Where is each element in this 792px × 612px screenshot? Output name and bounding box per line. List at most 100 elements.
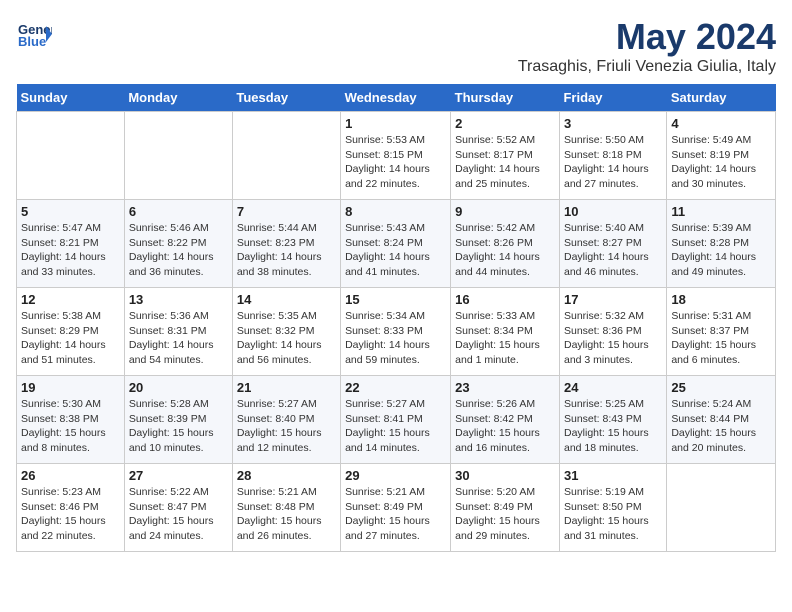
day-cell: 9 Sunrise: 5:42 AMSunset: 8:26 PMDaylight…	[451, 200, 560, 288]
day-cell: 18Sunrise: 5:31 AMSunset: 8:37 PMDayligh…	[667, 288, 776, 376]
day-number: 2	[455, 116, 555, 131]
week-row-4: 19 Sunrise: 5:30 AMSunset: 8:38 PMDayligh…	[17, 376, 776, 464]
day-number: 9	[455, 204, 555, 219]
day-number: 4	[671, 116, 771, 131]
day-number: 15	[345, 292, 446, 307]
day-info: Sunrise: 5:32 AMSunset: 8:36 PMDaylight:…	[564, 309, 662, 368]
day-number: 28	[237, 468, 336, 483]
day-info: Sunrise: 5:30 AMSunset: 8:38 PMDaylight:…	[21, 397, 120, 456]
weekday-header-monday: Monday	[124, 84, 232, 112]
day-number: 5	[21, 204, 120, 219]
day-cell: 25 Sunrise: 5:24 AMSunset: 8:44 PMDayligh…	[667, 376, 776, 464]
day-info: Sunrise: 5:49 AMSunset: 8:19 PMDaylight:…	[671, 133, 771, 192]
weekday-header-row: SundayMondayTuesdayWednesdayThursdayFrid…	[17, 84, 776, 112]
week-row-3: 12 Sunrise: 5:38 AMSunset: 8:29 PMDayligh…	[17, 288, 776, 376]
day-info: Sunrise: 5:28 AMSunset: 8:39 PMDaylight:…	[129, 397, 228, 456]
weekday-header-saturday: Saturday	[667, 84, 776, 112]
svg-text:Blue: Blue	[18, 34, 46, 49]
day-cell	[17, 112, 125, 200]
weekday-header-sunday: Sunday	[17, 84, 125, 112]
week-row-2: 5 Sunrise: 5:47 AMSunset: 8:21 PMDaylight…	[17, 200, 776, 288]
day-info: Sunrise: 5:26 AMSunset: 8:42 PMDaylight:…	[455, 397, 555, 456]
page-header: General Blue May 2024 Trasaghis, Friuli …	[16, 16, 776, 76]
week-row-1: 1Sunrise: 5:53 AMSunset: 8:15 PMDaylight…	[17, 112, 776, 200]
day-cell: 20 Sunrise: 5:28 AMSunset: 8:39 PMDayligh…	[124, 376, 232, 464]
day-cell: 14Sunrise: 5:35 AMSunset: 8:32 PMDayligh…	[232, 288, 340, 376]
day-info: Sunrise: 5:42 AMSunset: 8:26 PMDaylight:…	[455, 221, 555, 280]
day-info: Sunrise: 5:25 AMSunset: 8:43 PMDaylight:…	[564, 397, 662, 456]
day-info: Sunrise: 5:23 AMSunset: 8:46 PMDaylight:…	[21, 485, 120, 544]
day-cell: 26 Sunrise: 5:23 AMSunset: 8:46 PMDayligh…	[17, 464, 125, 552]
day-info: Sunrise: 5:27 AMSunset: 8:40 PMDaylight:…	[237, 397, 336, 456]
day-cell: 10Sunrise: 5:40 AMSunset: 8:27 PMDayligh…	[559, 200, 666, 288]
weekday-header-tuesday: Tuesday	[232, 84, 340, 112]
day-cell: 15Sunrise: 5:34 AMSunset: 8:33 PMDayligh…	[341, 288, 451, 376]
day-number: 25	[671, 380, 771, 395]
day-cell: 27Sunrise: 5:22 AMSunset: 8:47 PMDayligh…	[124, 464, 232, 552]
day-cell: 12 Sunrise: 5:38 AMSunset: 8:29 PMDayligh…	[17, 288, 125, 376]
logo: General Blue	[16, 16, 52, 52]
location-title: Trasaghis, Friuli Venezia Giulia, Italy	[518, 58, 776, 76]
day-number: 8	[345, 204, 446, 219]
day-cell: 6Sunrise: 5:46 AMSunset: 8:22 PMDaylight…	[124, 200, 232, 288]
day-info: Sunrise: 5:44 AMSunset: 8:23 PMDaylight:…	[237, 221, 336, 280]
day-info: Sunrise: 5:22 AMSunset: 8:47 PMDaylight:…	[129, 485, 228, 544]
day-number: 31	[564, 468, 662, 483]
day-cell: 5 Sunrise: 5:47 AMSunset: 8:21 PMDaylight…	[17, 200, 125, 288]
day-number: 21	[237, 380, 336, 395]
day-number: 18	[671, 292, 771, 307]
weekday-header-thursday: Thursday	[451, 84, 560, 112]
day-info: Sunrise: 5:43 AMSunset: 8:24 PMDaylight:…	[345, 221, 446, 280]
day-number: 23	[455, 380, 555, 395]
day-number: 7	[237, 204, 336, 219]
day-number: 29	[345, 468, 446, 483]
day-info: Sunrise: 5:46 AMSunset: 8:22 PMDaylight:…	[129, 221, 228, 280]
day-cell: 24 Sunrise: 5:25 AMSunset: 8:43 PMDayligh…	[559, 376, 666, 464]
title-block: May 2024 Trasaghis, Friuli Venezia Giuli…	[518, 16, 776, 76]
day-cell: 28Sunrise: 5:21 AMSunset: 8:48 PMDayligh…	[232, 464, 340, 552]
day-cell: 4 Sunrise: 5:49 AMSunset: 8:19 PMDaylight…	[667, 112, 776, 200]
day-info: Sunrise: 5:33 AMSunset: 8:34 PMDaylight:…	[455, 309, 555, 368]
day-cell: 31Sunrise: 5:19 AMSunset: 8:50 PMDayligh…	[559, 464, 666, 552]
day-info: Sunrise: 5:50 AMSunset: 8:18 PMDaylight:…	[564, 133, 662, 192]
day-cell: 16 Sunrise: 5:33 AMSunset: 8:34 PMDayligh…	[451, 288, 560, 376]
day-info: Sunrise: 5:27 AMSunset: 8:41 PMDaylight:…	[345, 397, 446, 456]
day-number: 20	[129, 380, 228, 395]
calendar-table: SundayMondayTuesdayWednesdayThursdayFrid…	[16, 84, 776, 552]
day-info: Sunrise: 5:35 AMSunset: 8:32 PMDaylight:…	[237, 309, 336, 368]
day-number: 16	[455, 292, 555, 307]
day-cell: 8 Sunrise: 5:43 AMSunset: 8:24 PMDaylight…	[341, 200, 451, 288]
day-cell: 22 Sunrise: 5:27 AMSunset: 8:41 PMDayligh…	[341, 376, 451, 464]
day-info: Sunrise: 5:39 AMSunset: 8:28 PMDaylight:…	[671, 221, 771, 280]
day-info: Sunrise: 5:52 AMSunset: 8:17 PMDaylight:…	[455, 133, 555, 192]
day-info: Sunrise: 5:47 AMSunset: 8:21 PMDaylight:…	[21, 221, 120, 280]
day-number: 22	[345, 380, 446, 395]
day-number: 12	[21, 292, 120, 307]
day-number: 24	[564, 380, 662, 395]
weekday-header-friday: Friday	[559, 84, 666, 112]
day-cell: 3Sunrise: 5:50 AMSunset: 8:18 PMDaylight…	[559, 112, 666, 200]
day-number: 26	[21, 468, 120, 483]
day-info: Sunrise: 5:24 AMSunset: 8:44 PMDaylight:…	[671, 397, 771, 456]
day-info: Sunrise: 5:53 AMSunset: 8:15 PMDaylight:…	[345, 133, 446, 192]
day-cell: 17 Sunrise: 5:32 AMSunset: 8:36 PMDayligh…	[559, 288, 666, 376]
day-cell: 11 Sunrise: 5:39 AMSunset: 8:28 PMDayligh…	[667, 200, 776, 288]
day-cell: 1Sunrise: 5:53 AMSunset: 8:15 PMDaylight…	[341, 112, 451, 200]
day-cell: 29Sunrise: 5:21 AMSunset: 8:49 PMDayligh…	[341, 464, 451, 552]
month-title: May 2024	[518, 16, 776, 58]
day-number: 30	[455, 468, 555, 483]
week-row-5: 26 Sunrise: 5:23 AMSunset: 8:46 PMDayligh…	[17, 464, 776, 552]
day-number: 11	[671, 204, 771, 219]
day-cell	[232, 112, 340, 200]
day-number: 17	[564, 292, 662, 307]
day-cell	[124, 112, 232, 200]
logo-icon: General Blue	[16, 16, 52, 52]
day-cell: 19 Sunrise: 5:30 AMSunset: 8:38 PMDayligh…	[17, 376, 125, 464]
day-cell: 2 Sunrise: 5:52 AMSunset: 8:17 PMDaylight…	[451, 112, 560, 200]
day-cell: 21 Sunrise: 5:27 AMSunset: 8:40 PMDayligh…	[232, 376, 340, 464]
day-number: 19	[21, 380, 120, 395]
day-info: Sunrise: 5:38 AMSunset: 8:29 PMDaylight:…	[21, 309, 120, 368]
day-info: Sunrise: 5:36 AMSunset: 8:31 PMDaylight:…	[129, 309, 228, 368]
day-info: Sunrise: 5:40 AMSunset: 8:27 PMDaylight:…	[564, 221, 662, 280]
day-cell: 13Sunrise: 5:36 AMSunset: 8:31 PMDayligh…	[124, 288, 232, 376]
